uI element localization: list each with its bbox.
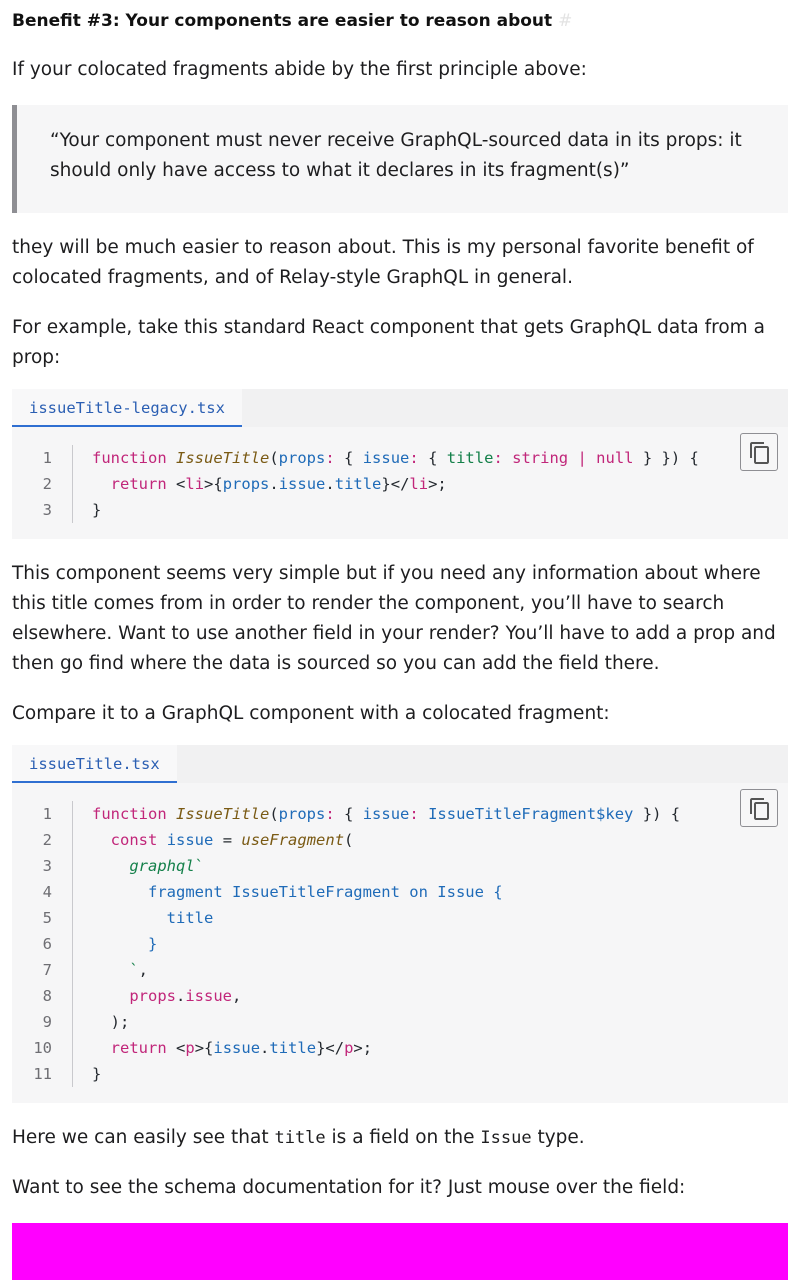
text-segment: is a field on the xyxy=(325,1127,481,1148)
intro-paragraph: If your colocated fragments abide by the… xyxy=(12,59,587,80)
section-heading-text: Benefit #3: Your components are easier t… xyxy=(12,11,553,31)
line-number: 1 xyxy=(42,449,52,467)
code-block-fragment: issueTitle.tsx 1 function IssueTitle(prop… xyxy=(12,745,788,1103)
line-number: 9 xyxy=(42,1013,52,1031)
section-heading: Benefit #3: Your components are easier t… xyxy=(12,11,572,31)
line-number: 5 xyxy=(42,909,52,927)
explanation-paragraph: This component seems very simple but if … xyxy=(12,563,776,674)
copy-icon xyxy=(750,798,769,820)
code-tab-bar: issueTitle.tsx xyxy=(12,745,788,783)
line-number: 2 xyxy=(42,475,52,493)
line-number-gutter xyxy=(72,801,73,1087)
principle-blockquote: “Your component must never receive Graph… xyxy=(12,105,788,213)
example-paragraph: For example, take this standard React co… xyxy=(12,317,765,368)
mouse-over-paragraph: Want to see the schema documentation for… xyxy=(12,1177,686,1198)
line-number: 1 xyxy=(42,805,52,823)
copy-code-button[interactable] xyxy=(740,433,778,471)
text-segment: type. xyxy=(531,1127,585,1148)
compare-paragraph: Compare it to a GraphQL component with a… xyxy=(12,703,610,724)
code-filename-tab[interactable]: issueTitle.tsx xyxy=(12,745,177,783)
line-number: 3 xyxy=(42,857,52,875)
code-filename-tab[interactable]: issueTitle-legacy.tsx xyxy=(12,389,242,427)
blockquote-text: “Your component must never receive Graph… xyxy=(50,130,742,181)
line-number: 2 xyxy=(42,831,52,849)
inline-code-title: title xyxy=(274,1128,326,1148)
heading-anchor-link[interactable]: # xyxy=(558,11,572,31)
text-segment: Here we can easily see that xyxy=(12,1127,275,1148)
line-number: 10 xyxy=(33,1039,52,1057)
code-tab-bar: issueTitle-legacy.tsx xyxy=(12,389,788,427)
media-placeholder xyxy=(12,1223,788,1280)
line-number: 8 xyxy=(42,987,52,1005)
line-number: 6 xyxy=(42,935,52,953)
line-number: 11 xyxy=(33,1065,52,1083)
copy-code-button[interactable] xyxy=(740,789,778,827)
line-number: 7 xyxy=(42,961,52,979)
line-number: 4 xyxy=(42,883,52,901)
code-block-legacy: issueTitle-legacy.tsx 1 function IssueTit… xyxy=(12,389,788,539)
line-number-gutter xyxy=(72,445,73,523)
copy-icon xyxy=(750,442,769,464)
reasoning-paragraph: they will be much easier to reason about… xyxy=(12,237,754,288)
field-explanation-paragraph: Here we can easily see that title is a f… xyxy=(12,1123,790,1153)
inline-code-issue: Issue xyxy=(480,1128,532,1148)
line-number: 3 xyxy=(42,501,52,519)
